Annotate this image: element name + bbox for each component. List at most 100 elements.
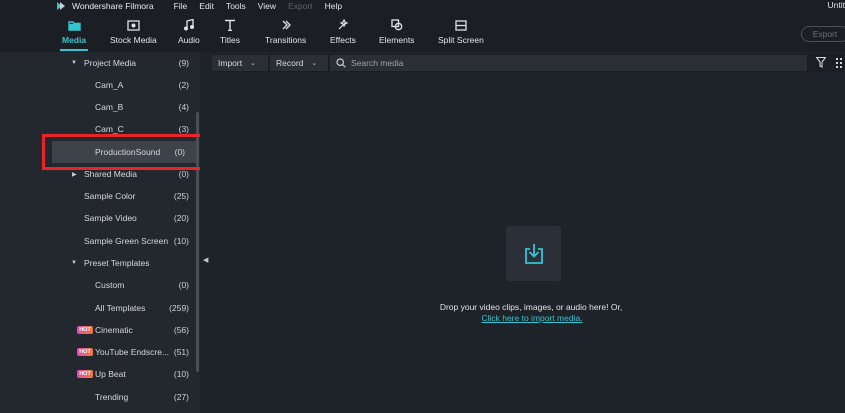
- elements-icon: [390, 18, 404, 32]
- sidebar-item-label: Up Beat: [95, 369, 126, 379]
- split-screen-icon: [454, 18, 468, 32]
- sidebar-item-custom[interactable]: Custom (0): [0, 274, 200, 296]
- sidebar-item-count: (9): [178, 58, 189, 68]
- annotation-highlight-box: [42, 134, 215, 170]
- import-dropdown[interactable]: Import ⌄: [212, 55, 268, 71]
- menu-export[interactable]: Export: [288, 1, 313, 11]
- tab-effects-label: Effects: [330, 35, 356, 45]
- panel-collapse-handle[interactable]: [200, 52, 212, 413]
- sidebar-item-label: Cam_B: [95, 102, 124, 112]
- folder-icon: [67, 18, 81, 32]
- import-media-tile[interactable]: [506, 226, 561, 281]
- tab-audio[interactable]: Audio: [178, 18, 200, 45]
- export-button[interactable]: Export: [801, 26, 845, 42]
- tab-split-screen[interactable]: Split Screen: [438, 18, 484, 45]
- sidebar-item-project-media[interactable]: ▼ Project Media (9): [0, 52, 200, 74]
- chevron-down-icon: ⌄: [311, 60, 318, 67]
- sidebar-item-sample-video[interactable]: Sample Video (20): [0, 207, 200, 229]
- sidebar-item-count: (56): [173, 325, 189, 335]
- collapse-left-icon[interactable]: ◀: [203, 256, 208, 264]
- record-label: Record: [276, 58, 304, 68]
- media-library-sidebar: ▼ Project Media (9) Cam_A (2) Cam_B (4) …: [0, 52, 200, 413]
- sidebar-item-trending[interactable]: Trending (27): [0, 386, 200, 408]
- sidebar-item-label: Sample Green Screen: [84, 236, 169, 246]
- sidebar-item-label: Custom: [95, 280, 125, 290]
- search-box[interactable]: [330, 55, 807, 71]
- sidebar-item-count: (0): [178, 169, 189, 179]
- sidebar-item-cam-b[interactable]: Cam_B (4): [0, 96, 200, 118]
- tab-audio-label: Audio: [178, 35, 200, 45]
- tab-stock-media-label: Stock Media: [110, 35, 157, 45]
- text-icon: [223, 18, 237, 32]
- filmora-logo-icon: [57, 2, 65, 10]
- menu-view[interactable]: View: [258, 1, 276, 11]
- tab-stock-media[interactable]: Stock Media: [110, 18, 157, 45]
- tab-elements[interactable]: Elements: [379, 18, 414, 45]
- tab-transitions-label: Transitions: [265, 35, 307, 45]
- active-tab-indicator: [60, 49, 88, 51]
- sidebar-item-count: (3): [178, 124, 189, 134]
- tab-elements-label: Elements: [379, 35, 415, 45]
- sidebar-item-count: (2): [178, 80, 189, 90]
- expand-arrow-icon[interactable]: ▼: [71, 260, 77, 266]
- sidebar-item-count: (25): [173, 191, 189, 201]
- sidebar-item-up-beat[interactable]: HOT Up Beat (10): [0, 363, 200, 385]
- sidebar-item-count: (51): [173, 347, 189, 357]
- tab-media[interactable]: Media: [62, 18, 86, 45]
- app-name: Wondershare Filmora: [72, 1, 154, 11]
- sidebar-item-label: Sample Color: [84, 191, 136, 201]
- grid-view-icon[interactable]: [836, 58, 845, 68]
- sidebar-item-youtube-endscreen[interactable]: HOT YouTube Endscre... (51): [0, 341, 200, 363]
- tab-titles-label: Titles: [220, 35, 240, 45]
- sidebar-item-count: (4): [178, 102, 189, 112]
- window-title: Untit: [827, 0, 845, 10]
- tab-titles[interactable]: Titles: [220, 18, 240, 45]
- drop-instructions: Drop your video clips, images, or audio …: [439, 302, 623, 312]
- expand-arrow-icon[interactable]: ▼: [71, 60, 77, 66]
- search-input[interactable]: [351, 58, 651, 68]
- sidebar-item-count: (10): [173, 369, 189, 379]
- tab-effects[interactable]: Effects: [330, 18, 356, 45]
- sidebar-item-label: Trending: [95, 392, 129, 402]
- menu-help[interactable]: Help: [325, 1, 342, 11]
- title-bar: Wondershare Filmora File Edit Tools View…: [0, 0, 845, 12]
- hot-badge: HOT: [77, 370, 93, 378]
- sidebar-item-preset-templates[interactable]: ▼ Preset Templates: [0, 252, 200, 274]
- sidebar-item-count: (20): [173, 213, 189, 223]
- music-note-icon: [182, 18, 196, 32]
- effects-icon: [336, 18, 350, 32]
- main-toolbar: Media Stock Media Audio Titles Transitio…: [0, 12, 845, 52]
- sidebar-item-cam-a[interactable]: Cam_A (2): [0, 74, 200, 96]
- sidebar-item-sample-color[interactable]: Sample Color (25): [0, 185, 200, 207]
- menu-bar: File Edit Tools View Export Help: [174, 1, 355, 11]
- tab-transitions[interactable]: Transitions: [265, 18, 306, 45]
- sidebar-item-sample-green-screen[interactable]: Sample Green Screen (10): [0, 230, 200, 252]
- sidebar-item-label: Cam_A: [95, 80, 124, 90]
- menu-file[interactable]: File: [174, 1, 188, 11]
- sidebar-item-count: (10): [173, 236, 189, 246]
- record-dropdown[interactable]: Record ⌄: [270, 55, 328, 71]
- sidebar-item-label: YouTube Endscre...: [95, 347, 170, 357]
- chevron-down-icon: ⌄: [250, 60, 256, 67]
- tab-media-label: Media: [62, 35, 87, 45]
- menu-edit[interactable]: Edit: [199, 1, 214, 11]
- tab-split-screen-label: Split Screen: [438, 35, 484, 45]
- media-toolbar: Import ⌄ Record ⌄: [212, 54, 845, 72]
- import-media-link[interactable]: Click here to import media.: [0, 313, 845, 323]
- sidebar-item-label: Preset Templates: [84, 258, 150, 268]
- sidebar-item-label: Cam_C: [95, 124, 124, 134]
- hot-badge: HOT: [77, 348, 93, 356]
- transitions-icon: [279, 18, 293, 32]
- collapsed-arrow-icon[interactable]: ▶: [72, 171, 77, 178]
- import-download-icon: [524, 243, 543, 264]
- hot-badge: HOT: [77, 326, 93, 334]
- filter-icon[interactable]: [816, 57, 826, 68]
- menu-tools[interactable]: Tools: [226, 1, 246, 11]
- sidebar-item-count: (0): [178, 280, 189, 290]
- sidebar-item-label: Sample Video: [84, 213, 137, 223]
- sidebar-item-label: Cinematic: [95, 325, 133, 335]
- sidebar-item-label: Shared Media: [84, 169, 137, 179]
- sidebar-item-count: (27): [173, 392, 189, 402]
- import-label: Import: [218, 58, 243, 68]
- search-icon: [336, 58, 346, 68]
